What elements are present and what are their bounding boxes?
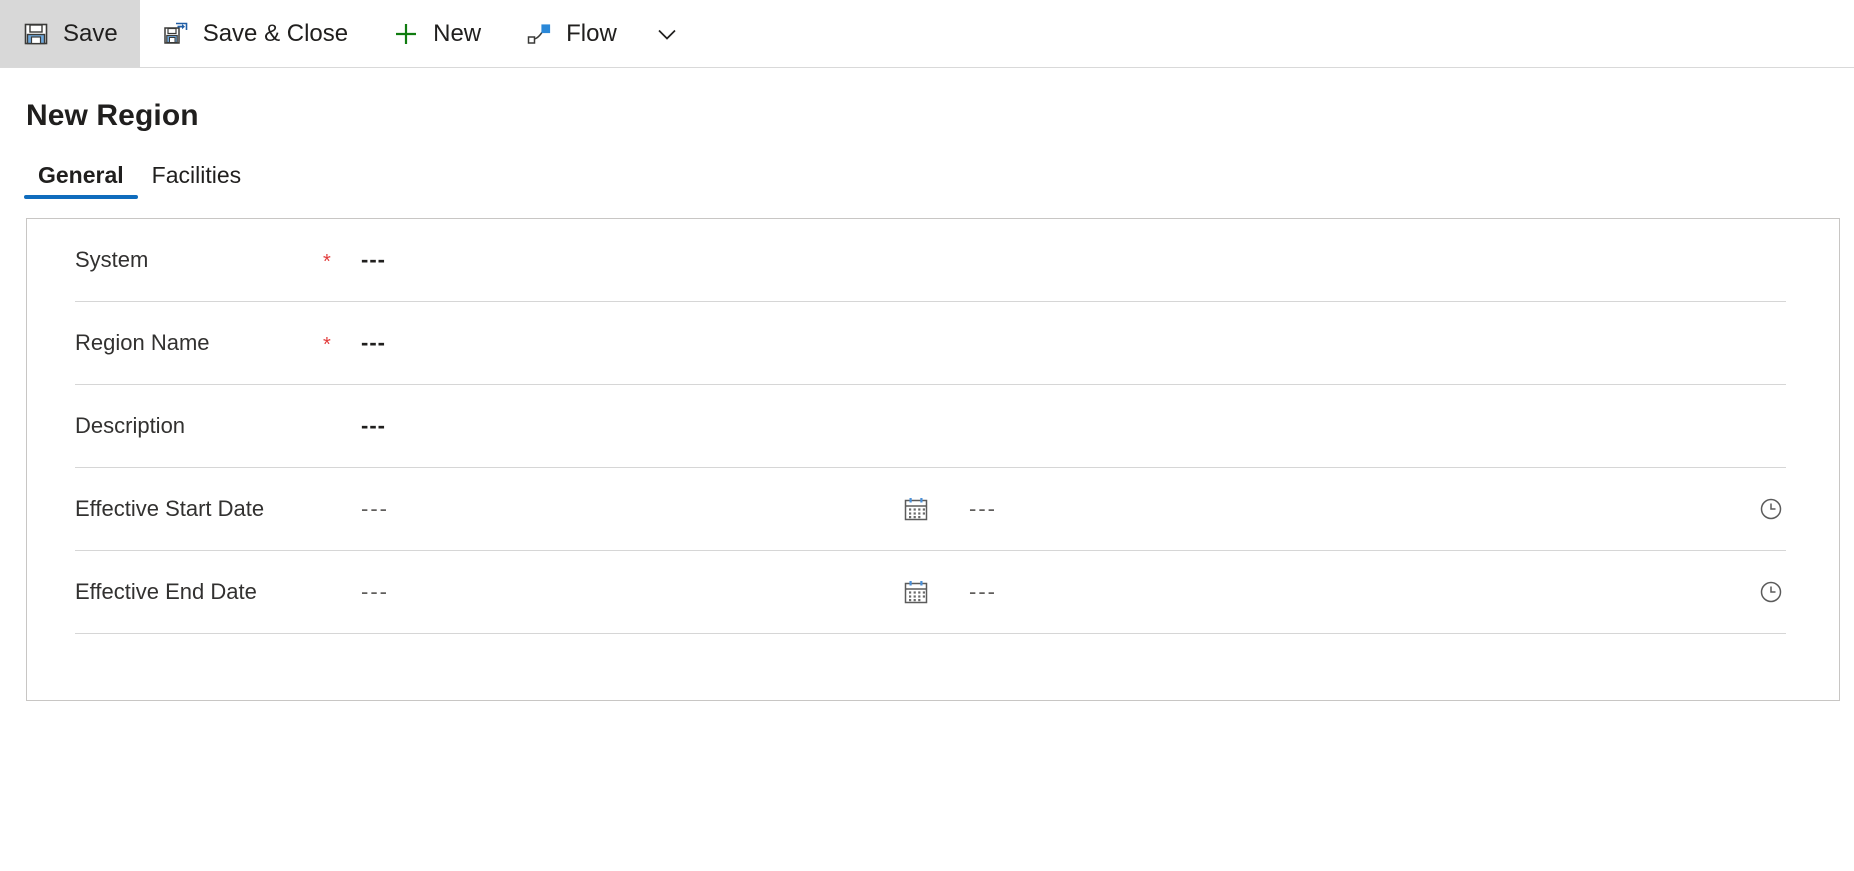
page-body: New Region General Facilities System * -… xyxy=(0,98,1854,701)
flow-icon xyxy=(525,20,553,48)
general-form-card: System * --- Region Name * --- Descripti… xyxy=(26,218,1840,701)
calendar-icon[interactable] xyxy=(901,494,931,524)
save-and-close-button-label: Save & Close xyxy=(202,19,349,47)
new-button[interactable]: New xyxy=(370,0,503,67)
plus-icon xyxy=(392,20,420,48)
datetime-group-effective-end-date: --- --- xyxy=(349,577,1786,607)
tab-general[interactable]: General xyxy=(24,164,138,199)
field-label-system: System xyxy=(75,247,149,272)
tab-facilities-label: Facilities xyxy=(151,162,242,188)
command-bar: Save Save & Close New Flow xyxy=(0,0,1854,68)
chevron-down-icon xyxy=(653,20,681,48)
field-label-effective-start-date: Effective Start Date xyxy=(75,496,265,521)
new-button-label: New xyxy=(433,19,482,47)
save-and-close-button[interactable]: Save & Close xyxy=(140,0,370,67)
field-row-region-name: Region Name * --- xyxy=(75,302,1786,385)
field-value-effective-end-time[interactable]: --- xyxy=(969,579,1449,605)
field-value-effective-end-date[interactable]: --- xyxy=(361,579,901,605)
required-marker-system: * xyxy=(323,251,331,273)
save-icon xyxy=(22,20,50,48)
tab-list: General Facilities xyxy=(24,157,1854,199)
required-marker-region-name: * xyxy=(323,334,331,356)
field-label-effective-end-date: Effective End Date xyxy=(75,579,257,604)
field-value-effective-start-date[interactable]: --- xyxy=(361,496,901,522)
field-label-description: Description xyxy=(75,413,186,438)
overflow-chevron-button[interactable] xyxy=(639,0,695,67)
field-value-description[interactable]: --- xyxy=(361,413,386,439)
field-value-system[interactable]: --- xyxy=(361,247,386,273)
page-title: New Region xyxy=(26,99,199,132)
field-value-effective-start-time[interactable]: --- xyxy=(969,496,1449,522)
field-row-description: Description --- xyxy=(75,385,1786,468)
field-label-region-name: Region Name xyxy=(75,330,210,355)
tab-general-label: General xyxy=(38,162,124,188)
field-row-effective-start-date: Effective Start Date --- --- xyxy=(75,468,1786,551)
flow-button-label: Flow xyxy=(566,19,617,47)
clock-icon[interactable] xyxy=(1756,494,1786,524)
clock-icon[interactable] xyxy=(1756,577,1786,607)
datetime-group-effective-start-date: --- --- xyxy=(349,494,1786,524)
field-row-effective-end-date: Effective End Date --- --- xyxy=(75,551,1786,634)
save-button-label: Save xyxy=(63,19,118,47)
flow-button[interactable]: Flow xyxy=(503,0,639,67)
save-button[interactable]: Save xyxy=(0,0,140,67)
field-row-system: System * --- xyxy=(75,219,1786,302)
field-value-region-name[interactable]: --- xyxy=(361,330,386,356)
calendar-icon[interactable] xyxy=(901,577,931,607)
save-and-close-icon xyxy=(162,20,190,48)
tab-facilities[interactable]: Facilities xyxy=(138,164,255,199)
